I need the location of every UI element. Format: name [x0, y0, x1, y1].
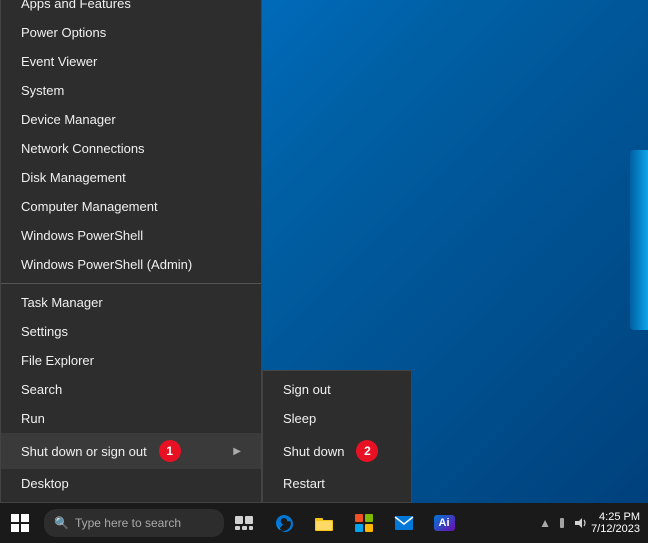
- menu-item-file-explorer[interactable]: File Explorer: [1, 346, 261, 375]
- menu-item-shutdown-sign-out[interactable]: Shut down or sign out 1 ▶: [1, 433, 261, 469]
- menu-item-search[interactable]: Search: [1, 375, 261, 404]
- context-menu-sub-shutdown: Sign out Sleep Shut down 2 Restart: [262, 370, 412, 503]
- submenu-arrow-icon: ▶: [233, 446, 241, 457]
- menu-item-event-viewer[interactable]: Event Viewer: [1, 47, 261, 76]
- windows-icon: [11, 514, 29, 532]
- task-view-icon: [235, 516, 253, 530]
- store-button[interactable]: [344, 503, 384, 543]
- menu-item-run[interactable]: Run: [1, 404, 261, 433]
- menu-separator-1: [1, 283, 261, 284]
- menu-item-task-manager[interactable]: Task Manager: [1, 288, 261, 317]
- tray-icons: ▲: [539, 516, 551, 530]
- mail-button[interactable]: [384, 503, 424, 543]
- mail-icon: [394, 515, 414, 531]
- edge-button[interactable]: [264, 503, 304, 543]
- taskbar-tray: ▲ 4:25 PM 7/12/2023: [539, 511, 648, 535]
- menu-item-device-manager[interactable]: Device Manager: [1, 105, 261, 134]
- taskbar-search-placeholder: Type here to search: [75, 516, 181, 530]
- menu-item-computer-management[interactable]: Computer Management: [1, 192, 261, 221]
- taskbar-search-bar[interactable]: 🔍 Type here to search: [44, 509, 224, 537]
- menu-item-windows-powershell[interactable]: Windows PowerShell: [1, 221, 261, 250]
- menu-item-power-options[interactable]: Power Options: [1, 18, 261, 47]
- desktop: Micr...Edit... Apps and Features Power O…: [0, 0, 648, 543]
- menu-item-network-connections[interactable]: Network Connections: [1, 134, 261, 163]
- ai-label: Ai: [434, 515, 455, 531]
- badge-1: 1: [159, 440, 181, 462]
- menu-item-settings[interactable]: Settings: [1, 317, 261, 346]
- volume-tray-icon: [573, 516, 587, 530]
- menu-item-desktop[interactable]: Desktop: [1, 469, 261, 498]
- tray-time: 4:25 PM 7/12/2023: [591, 511, 640, 535]
- menu-item-sleep[interactable]: Sleep: [263, 404, 411, 433]
- menu-item-sign-out[interactable]: Sign out: [263, 375, 411, 404]
- store-icon: [355, 514, 373, 532]
- network-tray-icon: [555, 516, 569, 530]
- menu-item-windows-powershell-admin[interactable]: Windows PowerShell (Admin): [1, 250, 261, 279]
- menu-item-shut-down[interactable]: Shut down 2: [263, 433, 411, 469]
- file-explorer-icon: [314, 514, 334, 532]
- task-view-button[interactable]: [224, 503, 264, 543]
- menu-item-apps-features[interactable]: Apps and Features: [1, 0, 261, 18]
- right-panel-decoration: [630, 150, 648, 330]
- file-explorer-button[interactable]: [304, 503, 344, 543]
- taskbar: 🔍 Type here to search: [0, 503, 648, 543]
- edge-icon: [274, 513, 294, 533]
- menu-item-system[interactable]: System: [1, 76, 261, 105]
- taskbar-search-icon: 🔍: [54, 516, 69, 530]
- start-button[interactable]: [0, 503, 40, 543]
- ai-button[interactable]: Ai: [424, 503, 464, 543]
- badge-2: 2: [356, 440, 378, 462]
- menu-item-disk-management[interactable]: Disk Management: [1, 163, 261, 192]
- menu-item-restart[interactable]: Restart: [263, 469, 411, 498]
- context-menu-main: Apps and Features Power Options Event Vi…: [0, 0, 262, 503]
